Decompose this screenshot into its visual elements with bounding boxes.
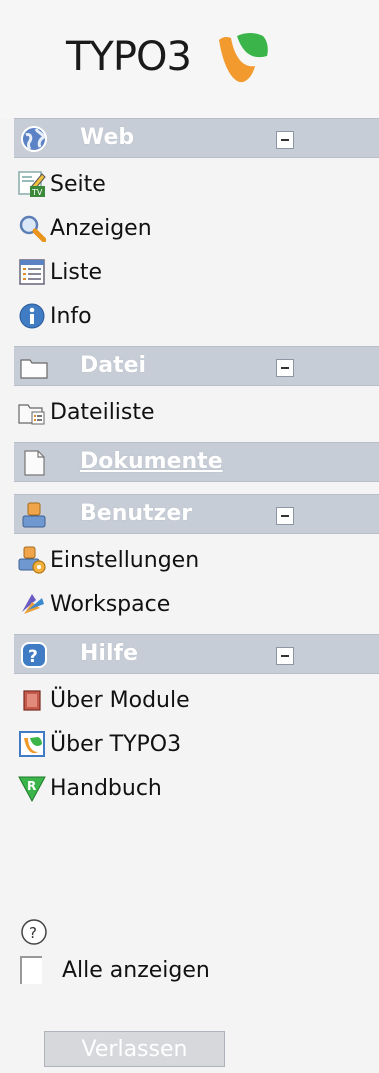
section-header-datei[interactable]: Datei [14, 346, 379, 386]
folder-icon [20, 359, 48, 379]
page-tv-icon: TV [18, 171, 46, 197]
collapse-benutzer-button[interactable] [276, 507, 294, 525]
section-title-dokumente-link[interactable]: Dokumente [80, 449, 223, 474]
menu-item-label: Über TYPO3 [50, 731, 182, 757]
menu-item-info[interactable]: Info [18, 294, 379, 338]
menu-item-label: Info [50, 303, 92, 329]
menu-item-ueber-typo3[interactable]: Über TYPO3 [18, 722, 379, 766]
logo-area: TYPO3 [0, 0, 379, 118]
exit-button[interactable]: Verlassen [44, 1031, 225, 1067]
help-icon: ? [21, 642, 47, 668]
menu-item-handbuch[interactable]: R Handbuch [18, 766, 379, 810]
menu-item-label: Über Module [50, 687, 190, 713]
section-header-hilfe[interactable]: ? Hilfe [14, 634, 379, 674]
typo3-logo-icon [219, 33, 268, 83]
menu-item-liste[interactable]: Liste [18, 250, 379, 294]
user-settings-icon [18, 546, 46, 574]
user-icon [22, 502, 46, 528]
book-icon [23, 690, 41, 711]
collapse-datei-button[interactable] [276, 359, 294, 377]
section-header-benutzer[interactable]: Benutzer [14, 494, 379, 534]
svg-text:?: ? [29, 924, 37, 942]
svg-text:R: R [27, 779, 36, 793]
filelist-icon [18, 404, 45, 425]
section-web: Web TV Seite Anzeigen Liste Info [0, 118, 379, 346]
globe-icon [21, 126, 47, 152]
menu-item-label: Einstellungen [50, 547, 200, 573]
section-dokumente: Dokumente [0, 442, 379, 494]
section-title-hilfe: Hilfe [80, 641, 138, 666]
typo3-logo-text: TYPO3 [66, 34, 192, 80]
svg-text:?: ? [28, 647, 38, 667]
section-title-benutzer: Benutzer [80, 501, 193, 526]
show-all-label: Alle anzeigen [62, 957, 210, 983]
menu-item-label: Liste [50, 259, 102, 285]
show-all-row: Alle anzeigen [20, 956, 210, 984]
section-title-web: Web [80, 125, 135, 150]
menu-item-anzeigen[interactable]: Anzeigen [18, 206, 379, 250]
menu-item-label: Workspace [50, 591, 171, 617]
help-question-icon[interactable]: ? [20, 918, 48, 946]
manual-icon: R [18, 776, 46, 802]
list-icon [19, 259, 45, 285]
collapse-web-button[interactable] [276, 131, 294, 149]
menu-item-seite[interactable]: TV Seite [18, 162, 379, 206]
menu-item-ueber-module[interactable]: Über Module [18, 678, 379, 722]
section-header-web[interactable]: Web [14, 118, 379, 158]
menu-item-label: Anzeigen [50, 215, 152, 241]
bottom-area: ? Alle anzeigen [20, 918, 210, 984]
section-title-datei: Datei [80, 353, 147, 378]
typo3-icon [19, 731, 45, 757]
document-icon [24, 450, 45, 476]
menu-item-einstellungen[interactable]: Einstellungen [18, 538, 379, 582]
info-icon [19, 303, 45, 329]
show-all-checkbox[interactable] [20, 956, 42, 984]
workspace-icon [22, 594, 44, 614]
magnifier-icon [19, 215, 46, 242]
section-hilfe: ? Hilfe Über Module Über TYPO3 R Handbuc… [0, 634, 379, 818]
section-benutzer: Benutzer Einstellungen Workspace [0, 494, 379, 634]
menu-item-dateiliste[interactable]: Dateiliste [18, 390, 379, 434]
collapse-hilfe-button[interactable] [276, 647, 294, 665]
menu-item-workspace[interactable]: Workspace [18, 582, 379, 626]
section-datei: Datei Dateiliste [0, 346, 379, 442]
svg-text:TV: TV [31, 188, 43, 197]
menu-item-label: Handbuch [50, 775, 162, 801]
section-header-dokumente[interactable]: Dokumente [14, 442, 379, 482]
menu-item-label: Dateiliste [50, 399, 155, 425]
menu-item-label: Seite [50, 171, 106, 197]
